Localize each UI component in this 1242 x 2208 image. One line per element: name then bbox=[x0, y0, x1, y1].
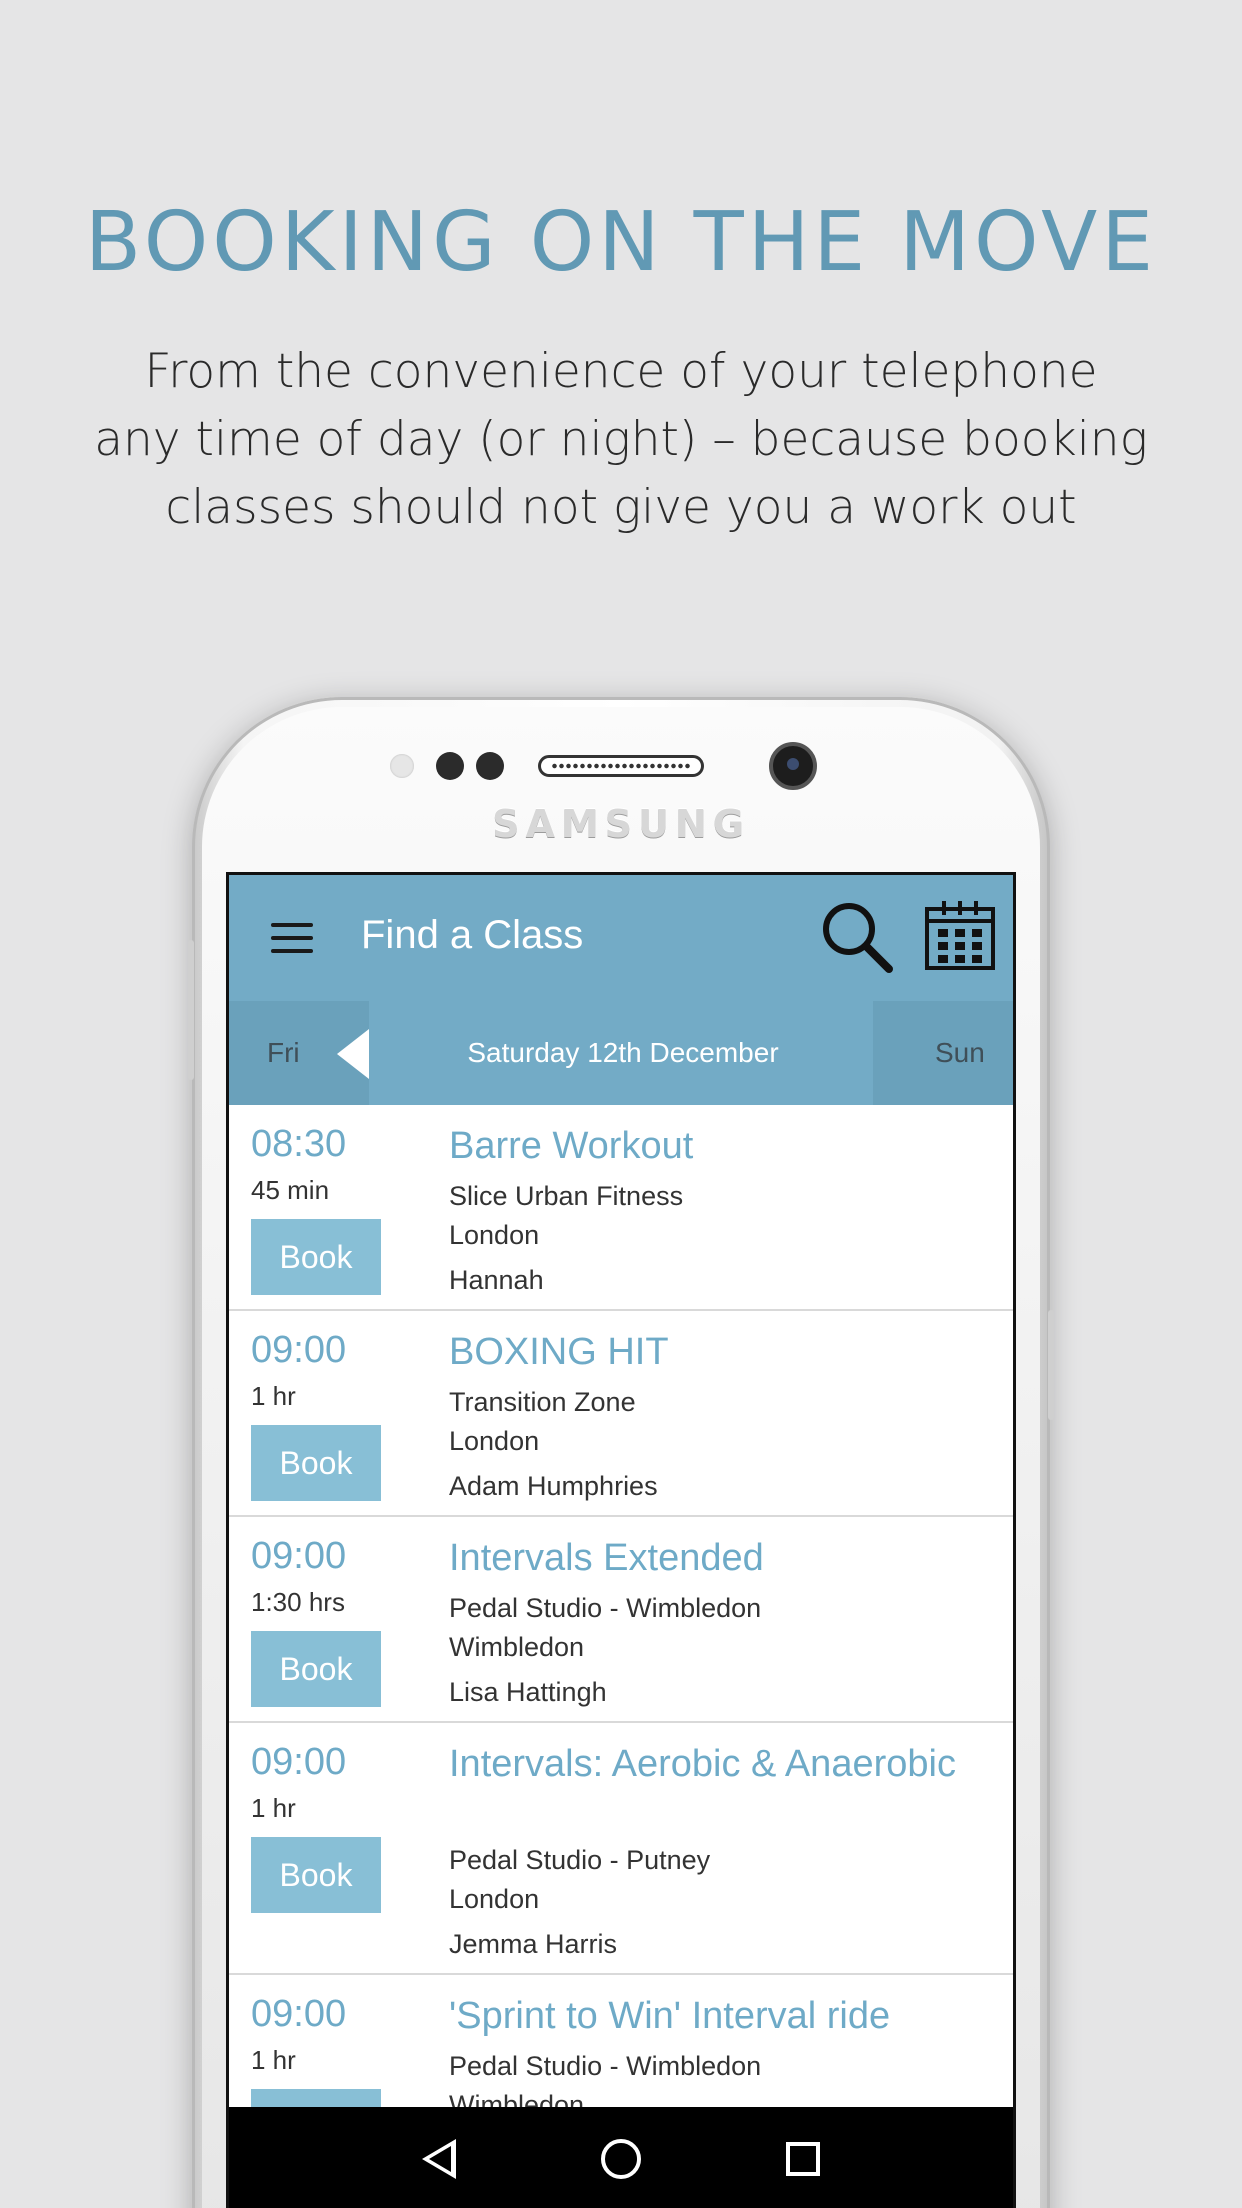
promo-subtitle: From the convenience of your telephone a… bbox=[70, 338, 1172, 542]
app-bar: Find a Class bbox=[229, 875, 1013, 1001]
class-venue: Pedal Studio - Wimbledon bbox=[449, 1593, 762, 1623]
promo-subtitle-line: any time of day (or night) – because boo… bbox=[94, 412, 1148, 467]
class-instructor: Adam Humphries bbox=[449, 1471, 658, 1501]
class-time: 08:30 bbox=[251, 1123, 347, 1165]
phone-volume-button bbox=[188, 940, 194, 1080]
book-button[interactable]: Book bbox=[251, 1219, 381, 1295]
class-name[interactable]: Intervals Extended bbox=[449, 1535, 989, 1581]
class-row[interactable]: 08:30 45 min Book Barre Workout Slice Ur… bbox=[229, 1105, 1013, 1311]
promo-subtitle-line: classes should not give you a work out bbox=[165, 480, 1077, 535]
class-duration: 1:30 hrs bbox=[251, 1587, 345, 1617]
class-list: 08:30 45 min Book Barre Workout Slice Ur… bbox=[229, 1105, 1013, 2181]
class-location: London bbox=[449, 1426, 540, 1456]
class-row[interactable]: 09:00 1:30 hrs Book Intervals Extended P… bbox=[229, 1517, 1013, 1723]
class-duration: 1 hr bbox=[251, 2045, 296, 2075]
search-icon[interactable] bbox=[819, 899, 895, 975]
class-location: London bbox=[449, 1220, 540, 1250]
class-venue: Pedal Studio - Wimbledon bbox=[449, 2051, 762, 2081]
proximity-sensor bbox=[390, 754, 414, 778]
class-instructor: Hannah bbox=[449, 1265, 544, 1295]
class-row[interactable]: 09:00 1 hr Book BOXING HIT Transition Zo… bbox=[229, 1311, 1013, 1517]
phone-screen: Find a Class Fri Saturday 12th December … bbox=[226, 872, 1016, 2208]
chevron-left-icon[interactable] bbox=[337, 1029, 369, 1079]
book-button[interactable]: Book bbox=[251, 1837, 381, 1913]
class-name[interactable]: Intervals: Aerobic & Anaerobic bbox=[449, 1741, 989, 1787]
android-nav-bar bbox=[229, 2107, 1013, 2208]
back-icon[interactable] bbox=[421, 2139, 456, 2179]
class-instructor: Jemma Harris bbox=[449, 1929, 618, 1959]
sensor-dot bbox=[436, 752, 464, 780]
class-venue: Pedal Studio - Putney bbox=[449, 1845, 711, 1875]
device-brand: SAMSUNG bbox=[492, 802, 750, 846]
class-venue: Slice Urban Fitness bbox=[449, 1181, 684, 1211]
earpiece-speaker bbox=[538, 755, 704, 777]
front-camera bbox=[769, 742, 817, 790]
next-day[interactable]: Sun bbox=[873, 1001, 1013, 1105]
promo-subtitle-line: From the convenience of your telephone bbox=[144, 344, 1098, 399]
current-date: Saturday 12th December bbox=[467, 1037, 779, 1068]
calendar-icon[interactable] bbox=[924, 899, 996, 971]
class-time: 09:00 bbox=[251, 1535, 347, 1577]
promo-headline: BOOKING ON THE MOVE bbox=[84, 195, 1158, 290]
class-duration: 1 hr bbox=[251, 1793, 296, 1823]
class-time: 09:00 bbox=[251, 1329, 347, 1371]
class-row[interactable]: 09:00 1 hr Book Intervals: Aerobic & Ana… bbox=[229, 1723, 1013, 1975]
menu-icon[interactable] bbox=[271, 923, 313, 953]
book-button[interactable]: Book bbox=[251, 1631, 381, 1707]
class-name[interactable]: 'Sprint to Win' Interval ride bbox=[449, 1993, 989, 2039]
class-duration: 45 min bbox=[251, 1175, 330, 1205]
home-icon[interactable] bbox=[600, 2139, 641, 2179]
class-instructor: Lisa Hattingh bbox=[449, 1677, 607, 1707]
class-time: 09:00 bbox=[251, 1993, 347, 2035]
class-name[interactable]: Barre Workout bbox=[449, 1123, 989, 1169]
date-selector: Fri Saturday 12th December Sun bbox=[229, 1001, 1013, 1105]
recent-apps-icon[interactable] bbox=[786, 2142, 821, 2176]
page-title: Find a Class bbox=[361, 913, 584, 957]
phone-power-button bbox=[1048, 1310, 1054, 1420]
class-location: Wimbledon bbox=[449, 1632, 585, 1662]
class-time: 09:00 bbox=[251, 1741, 347, 1783]
class-name[interactable]: BOXING HIT bbox=[449, 1329, 989, 1375]
sensor-dot bbox=[476, 752, 504, 780]
class-venue: Transition Zone bbox=[449, 1387, 636, 1417]
class-duration: 1 hr bbox=[251, 1381, 296, 1411]
class-location: London bbox=[449, 1884, 540, 1914]
book-button[interactable]: Book bbox=[251, 1425, 381, 1501]
